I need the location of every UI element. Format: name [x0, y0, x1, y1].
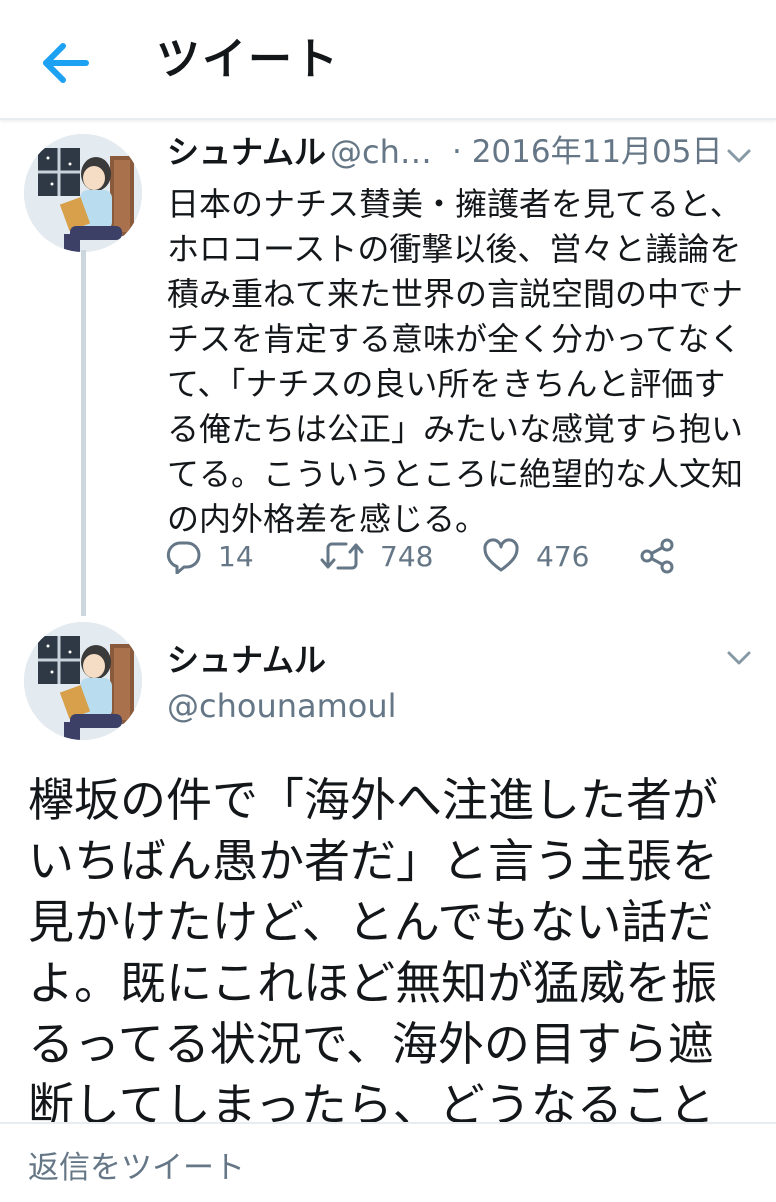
back-button[interactable]	[36, 38, 92, 88]
chevron-down-icon[interactable]	[724, 648, 754, 668]
reply-action[interactable]: 14	[166, 532, 254, 580]
share-icon	[640, 538, 674, 574]
like-count: 476	[536, 539, 590, 573]
author-name[interactable]: シュナムル	[167, 638, 326, 682]
avatar-illustration	[24, 134, 142, 252]
reply-input-placeholder[interactable]: 返信をツイート	[28, 1142, 245, 1187]
avatar[interactable]	[24, 622, 142, 740]
arrow-left-icon	[43, 43, 89, 83]
author-name[interactable]: シュナムル	[167, 130, 326, 174]
reply-count: 14	[218, 539, 254, 573]
thread-connector	[81, 250, 86, 616]
author-handle[interactable]: @ch…	[330, 130, 432, 174]
like-action[interactable]: 476	[482, 532, 589, 580]
avatar-illustration	[24, 622, 142, 740]
heart-icon	[483, 538, 519, 572]
chevron-down-icon[interactable]	[724, 146, 754, 166]
reply-icon	[166, 541, 201, 574]
tweet-text: 欅坂の件で「海外へ注進した者が いちばん愚か者だ」と言う主張を 見かけたけど、と…	[28, 773, 718, 1132]
top-app-bar: ツイート	[0, 0, 776, 120]
tweet-date[interactable]: · 2016年11月05日	[452, 130, 723, 174]
page-title: ツイート	[156, 34, 340, 85]
avatar[interactable]	[24, 134, 142, 252]
tweet-text: 日本のナチス賛美・擁護者を見てると、 ホロコーストの衝撃以後、営々と議論を 積み…	[167, 185, 744, 538]
retweet-icon	[320, 542, 364, 570]
retweet-count: 748	[380, 539, 434, 573]
author-handle[interactable]: @chounamoul	[167, 684, 397, 728]
share-action[interactable]	[638, 532, 676, 580]
retweet-action[interactable]: 748	[320, 532, 433, 580]
